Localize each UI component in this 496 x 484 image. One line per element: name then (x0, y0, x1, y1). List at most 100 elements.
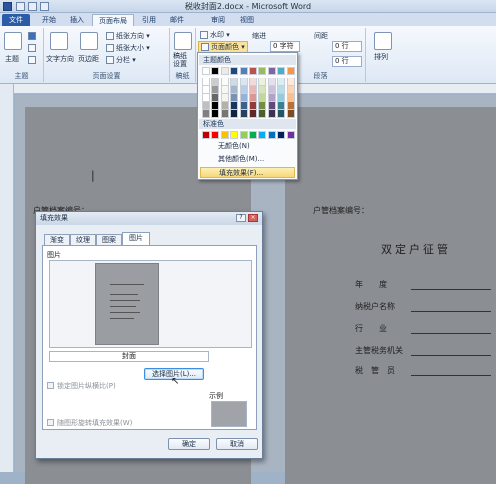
theme-color-shade-swatch[interactable] (202, 94, 210, 102)
lock-aspect-checkbox[interactable] (47, 382, 54, 389)
theme-color-shade-swatch[interactable] (249, 110, 257, 118)
theme-color-shade-swatch[interactable] (230, 86, 239, 94)
standard-color-swatch[interactable] (211, 131, 220, 139)
tab-file[interactable]: 文件 (2, 14, 30, 26)
tab-references[interactable]: 引用 (136, 14, 162, 26)
theme-color-shade-swatch[interactable] (239, 94, 248, 102)
cancel-button[interactable]: 取消 (216, 438, 258, 450)
orientation-button[interactable]: 纸张方向 ▾ (106, 31, 150, 41)
standard-color-swatch[interactable] (202, 131, 210, 139)
theme-color-shade-swatch[interactable] (220, 78, 229, 86)
theme-color-shade-swatch[interactable] (249, 102, 257, 110)
rotate-with-shape-checkbox[interactable] (47, 419, 54, 426)
theme-color-swatch[interactable] (220, 67, 229, 75)
standard-color-swatch[interactable] (286, 131, 295, 139)
theme-color-shade-swatch[interactable] (211, 102, 220, 110)
theme-color-shade-swatch[interactable] (230, 102, 239, 110)
spacing-after-input[interactable]: 0 行 (332, 56, 362, 67)
theme-color-shade-swatch[interactable] (230, 94, 239, 102)
close-icon[interactable]: × (248, 214, 258, 222)
no-color-item[interactable]: 无颜色(N) (200, 141, 295, 152)
standard-color-swatch[interactable] (249, 131, 257, 139)
standard-color-swatch[interactable] (230, 131, 239, 139)
theme-color-shade-swatch[interactable] (239, 86, 248, 94)
theme-color-shade-swatch[interactable] (239, 110, 248, 118)
tab-picture[interactable]: 图片 (122, 232, 150, 245)
theme-color-shade-swatch[interactable] (230, 110, 239, 118)
theme-color-shade-swatch[interactable] (286, 110, 295, 118)
theme-fonts-icon[interactable] (28, 44, 36, 52)
theme-color-swatch[interactable] (249, 67, 257, 75)
theme-color-shade-swatch[interactable] (277, 110, 286, 118)
help-icon[interactable]: ? (236, 214, 246, 222)
themes-icon[interactable] (4, 32, 22, 50)
tab-mailings[interactable]: 邮件 (164, 14, 190, 26)
theme-color-shade-swatch[interactable] (267, 110, 276, 118)
theme-color-shade-swatch[interactable] (267, 78, 276, 86)
theme-color-shade-swatch[interactable] (277, 94, 286, 102)
theme-color-shade-swatch[interactable] (220, 102, 229, 110)
themes-button[interactable]: 主题 (5, 54, 19, 64)
margins-button[interactable]: 页边距 (78, 54, 99, 64)
arrange-icon[interactable] (374, 32, 392, 50)
standard-color-swatch[interactable] (239, 131, 248, 139)
theme-color-shade-swatch[interactable] (220, 110, 229, 118)
manuscript-icon[interactable] (174, 32, 192, 50)
theme-color-swatch[interactable] (230, 67, 239, 75)
size-button[interactable]: 纸张大小 ▾ (106, 43, 150, 53)
theme-color-swatch[interactable] (267, 67, 276, 75)
tab-home[interactable]: 开始 (36, 14, 62, 26)
theme-color-swatch[interactable] (277, 67, 286, 75)
text-direction-button[interactable]: 文字方向 (46, 54, 74, 64)
theme-effects-icon[interactable] (28, 56, 36, 64)
theme-color-shade-swatch[interactable] (258, 78, 267, 86)
theme-color-shade-swatch[interactable] (239, 78, 248, 86)
tab-review[interactable]: 审阅 (205, 14, 231, 26)
theme-color-shade-swatch[interactable] (211, 94, 220, 102)
theme-color-swatch[interactable] (202, 67, 210, 75)
theme-color-shade-swatch[interactable] (202, 110, 210, 118)
theme-color-shade-swatch[interactable] (267, 102, 276, 110)
theme-color-shade-swatch[interactable] (239, 102, 248, 110)
tab-insert[interactable]: 插入 (64, 14, 90, 26)
margins-icon[interactable] (80, 32, 98, 50)
tab-view[interactable]: 视图 (234, 14, 260, 26)
tab-gradient[interactable]: 渐变 (44, 234, 70, 245)
theme-color-shade-swatch[interactable] (258, 110, 267, 118)
theme-color-shade-swatch[interactable] (277, 102, 286, 110)
tab-pattern[interactable]: 图案 (96, 234, 122, 245)
spacing-before-input[interactable]: 0 行 (332, 41, 362, 52)
document-page-right[interactable]: 户管档案编号： 双定户征管 年 度 纳税户名称 行 业 主管税务机关 税 管 员 (285, 107, 496, 484)
theme-color-shade-swatch[interactable] (202, 78, 210, 86)
columns-button[interactable]: 分栏 ▾ (106, 55, 136, 65)
theme-color-shade-swatch[interactable] (286, 78, 295, 86)
tab-texture[interactable]: 纹理 (70, 234, 96, 245)
tab-page-layout[interactable]: 页面布局 (92, 14, 134, 26)
vertical-ruler[interactable] (0, 84, 14, 472)
theme-color-swatch[interactable] (286, 67, 295, 75)
theme-color-shade-swatch[interactable] (267, 94, 276, 102)
indent-left-input[interactable]: 0 字符 (270, 41, 300, 52)
fill-effects-item[interactable]: 填充效果(F)... (200, 167, 295, 178)
theme-color-shade-swatch[interactable] (249, 86, 257, 94)
watermark-button[interactable]: 水印 ▾ (200, 30, 230, 40)
theme-color-shade-swatch[interactable] (230, 78, 239, 86)
theme-color-shade-swatch[interactable] (220, 94, 229, 102)
more-colors-item[interactable]: 其他颜色(M)... (200, 154, 295, 165)
theme-color-shade-swatch[interactable] (277, 86, 286, 94)
theme-color-shade-swatch[interactable] (267, 86, 276, 94)
standard-color-swatch[interactable] (267, 131, 276, 139)
ok-button[interactable]: 确定 (168, 438, 210, 450)
theme-color-shade-swatch[interactable] (211, 110, 220, 118)
theme-color-swatch[interactable] (239, 67, 248, 75)
theme-color-shade-swatch[interactable] (258, 94, 267, 102)
theme-color-swatch[interactable] (258, 67, 267, 75)
text-direction-icon[interactable] (50, 32, 68, 50)
theme-color-shade-swatch[interactable] (202, 102, 210, 110)
theme-color-shade-swatch[interactable] (249, 78, 257, 86)
theme-color-shade-swatch[interactable] (258, 102, 267, 110)
theme-color-shade-swatch[interactable] (220, 86, 229, 94)
theme-color-shade-swatch[interactable] (249, 94, 257, 102)
theme-color-shade-swatch[interactable] (211, 86, 220, 94)
theme-color-shade-swatch[interactable] (277, 78, 286, 86)
